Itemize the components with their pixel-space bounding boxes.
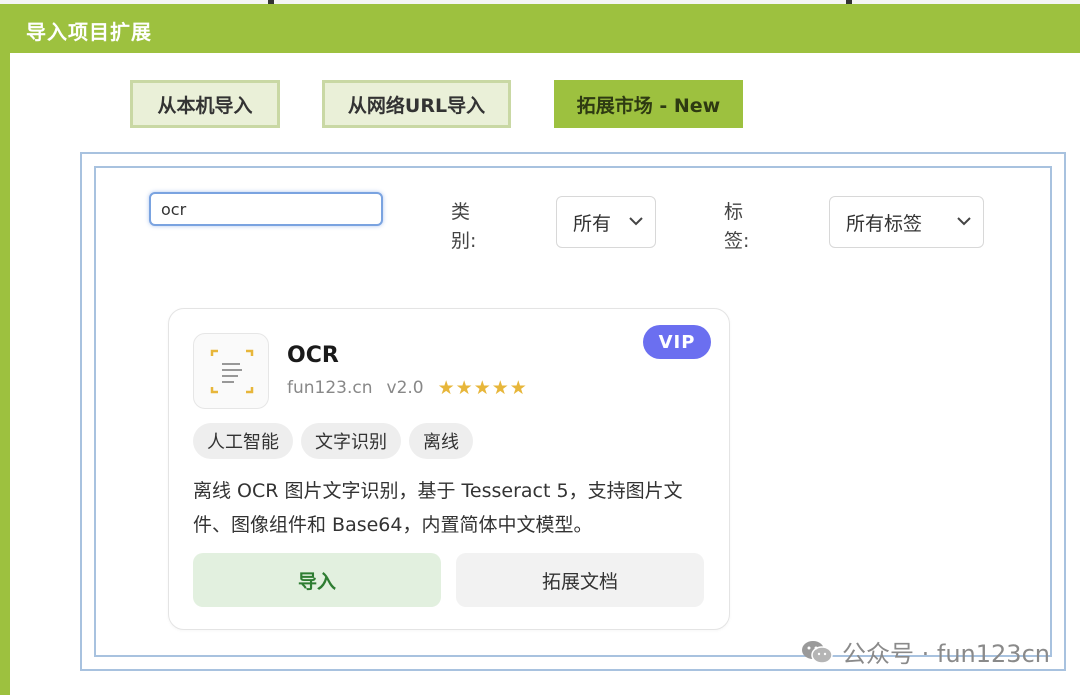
- extension-description: 离线 OCR 图片文字识别，基于 Tesseract 5，支持图片文件、图像组件…: [193, 480, 683, 536]
- ocr-scan-icon: [193, 333, 269, 409]
- vip-badge: VIP: [643, 325, 711, 359]
- category-label: 类别:: [451, 201, 477, 252]
- category-select[interactable]: 所有: [556, 196, 656, 248]
- chevron-down-icon: [629, 217, 643, 226]
- extension-author: fun123.cn: [287, 378, 373, 398]
- watermark-text: 公众号 · fun123cn: [842, 640, 1050, 668]
- watermark: 公众号 · fun123cn: [800, 634, 1050, 669]
- tag-list: 人工智能 文字识别 离线: [193, 423, 473, 459]
- tab-import-url[interactable]: 从网络URL导入: [322, 80, 511, 128]
- tag-chip: 离线: [409, 423, 473, 459]
- tag-label: 标签:: [724, 201, 750, 252]
- tag-chip: 人工智能: [193, 423, 293, 459]
- extension-name: OCR: [287, 343, 339, 368]
- dialog-header: 导入项目扩展: [0, 4, 1080, 53]
- extension-meta: fun123.cn v2.0 ★★★★★: [287, 377, 528, 399]
- extension-version: v2.0: [386, 378, 424, 398]
- wechat-icon: [802, 640, 833, 664]
- market-panel: 类别: 所有 标签: 所有标签: [80, 152, 1066, 671]
- tag-selected-value: 所有标签: [846, 212, 923, 235]
- tab-import-local[interactable]: 从本机导入: [130, 80, 280, 128]
- search-input[interactable]: [149, 192, 383, 226]
- docs-button[interactable]: 拓展文档: [456, 553, 704, 607]
- chevron-down-icon: [957, 217, 971, 226]
- tab-extension-market[interactable]: 拓展市场 - New: [554, 80, 743, 128]
- market-panel-inner: 类别: 所有 标签: 所有标签: [94, 166, 1052, 657]
- tag-chip: 文字识别: [301, 423, 401, 459]
- import-extension-dialog: 导入项目扩展 从本机导入 从网络URL导入 拓展市场 - New 类别: 所有 …: [0, 4, 1080, 695]
- import-button[interactable]: 导入: [193, 553, 441, 607]
- tag-select[interactable]: 所有标签: [829, 196, 984, 248]
- extension-card: OCR fun123.cn v2.0 ★★★★★ VIP 人工智能 文字识别 离…: [168, 308, 730, 630]
- rating-stars: ★★★★★: [437, 377, 528, 399]
- category-selected-value: 所有: [573, 212, 612, 235]
- dialog-title: 导入项目扩展: [26, 20, 152, 44]
